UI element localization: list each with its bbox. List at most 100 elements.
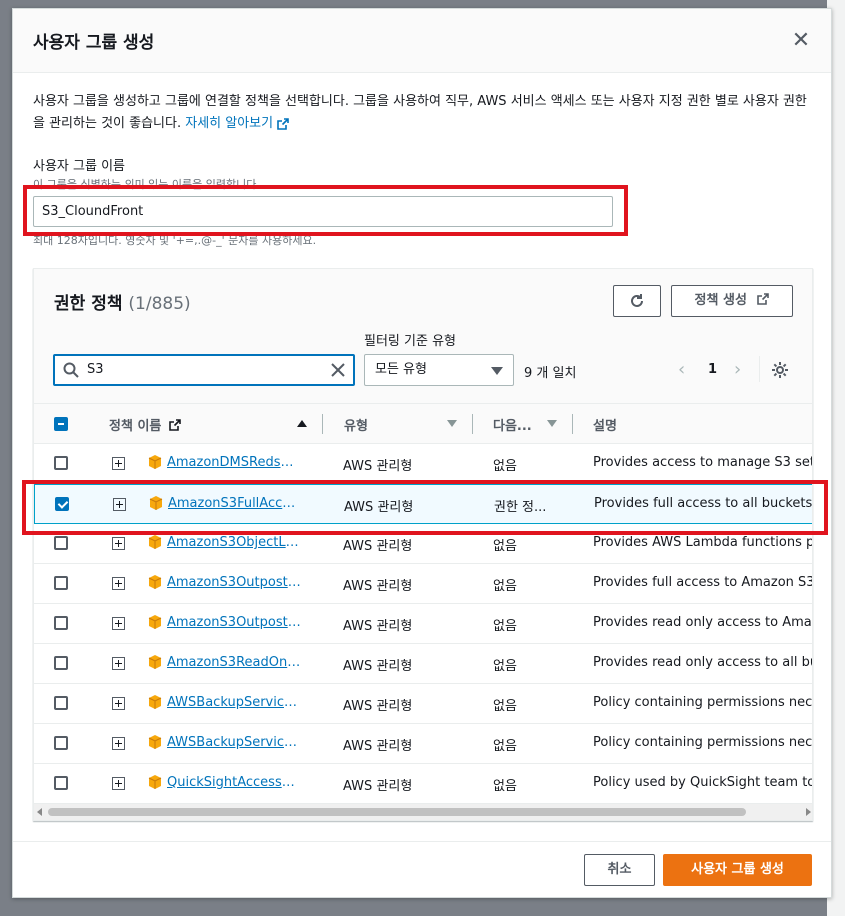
policy-name-link[interactable]: AmazonS3OutpostsFullAccess	[167, 575, 301, 590]
policy-used-as: 없음	[493, 779, 517, 794]
expand-icon[interactable]	[112, 657, 125, 670]
table-row[interactable]: AWSBackupServiceRolePolicyForS3Restore AW…	[34, 724, 813, 764]
row-checkbox[interactable]	[54, 576, 68, 590]
policy-name-link[interactable]: QuickSightAccessForS3StorageManagementAn…	[167, 775, 301, 790]
expand-icon[interactable]	[112, 697, 125, 710]
caret-down-icon	[491, 367, 503, 375]
scroll-right-icon[interactable]	[806, 808, 811, 816]
policy-description: Policy containing permissions nece	[593, 695, 813, 710]
policy-used-as: 없음	[493, 459, 517, 474]
permission-policies-panel: 권한 정책 (1/885) 정책 생성 필터링 기준 유형 S3 모든 유형 9…	[33, 268, 813, 821]
policy-name-link[interactable]: AmazonS3ObjectLambdaExecutionRolePolicy	[167, 535, 301, 550]
search-value: S3	[87, 362, 104, 377]
external-link-icon	[757, 293, 770, 305]
panel-header: 권한 정책 (1/885) 정책 생성 필터링 기준 유형 S3 모든 유형 9…	[34, 269, 812, 404]
policy-type: AWS 관리형	[343, 459, 413, 474]
policy-type: AWS 관리형	[343, 779, 413, 794]
intro-text: 사용자 그룹을 생성하고 그룹에 연결할 정책을 선택합니다. 그룹을 사용하여…	[33, 91, 813, 135]
expand-icon[interactable]	[112, 737, 125, 750]
column-header-used-as[interactable]: 다음...	[493, 415, 532, 434]
table-row[interactable]: QuickSightAccessForS3StorageManagementAn…	[34, 764, 813, 804]
horizontal-scrollbar[interactable]	[34, 804, 812, 820]
refresh-icon	[631, 294, 643, 307]
filter-type-label: 필터링 기준 유형	[364, 334, 456, 349]
policy-type: AWS 관리형	[343, 739, 413, 754]
policy-used-as: 없음	[493, 659, 517, 674]
divider	[759, 356, 760, 382]
policy-name-link[interactable]: AmazonS3ReadOnlyAccess	[167, 655, 301, 670]
row-checkbox[interactable]	[54, 656, 68, 670]
gear-icon[interactable]	[771, 361, 789, 379]
learn-more-link[interactable]: 자세히 알아보기	[185, 116, 289, 131]
row-checkbox[interactable]	[54, 736, 68, 750]
row-checkbox[interactable]	[54, 536, 68, 550]
expand-icon[interactable]	[112, 577, 125, 590]
policy-cube-icon	[148, 655, 162, 669]
scroll-left-icon[interactable]	[37, 808, 42, 816]
column-header-description[interactable]: 설명	[593, 415, 617, 434]
search-icon	[63, 362, 79, 378]
sort-ascending-icon[interactable]	[297, 420, 307, 427]
policy-count: (1/885)	[128, 294, 191, 314]
expand-icon[interactable]	[112, 617, 125, 630]
create-user-group-button[interactable]: 사용자 그룹 생성	[663, 854, 812, 886]
policy-type: AWS 관리형	[343, 539, 413, 554]
table-row[interactable]: AWSBackupServiceRolePolicyForS3Backup AWS…	[34, 684, 813, 724]
policy-used-as: 없음	[493, 699, 517, 714]
policy-description: Provides access to manage S3 setti	[593, 455, 813, 470]
chevron-right-icon[interactable]: ›	[734, 359, 741, 380]
table-row[interactable]: AmazonS3ReadOnlyAccess AWS 관리형 없음 Provides …	[34, 644, 813, 684]
external-link-icon	[169, 419, 181, 431]
expand-icon[interactable]	[112, 777, 125, 790]
row-checkbox[interactable]	[54, 456, 68, 470]
close-icon[interactable]: ✕	[791, 30, 811, 52]
expand-icon[interactable]	[112, 537, 125, 550]
policy-type: AWS 관리형	[343, 619, 413, 634]
sort-icon[interactable]	[547, 420, 557, 427]
row-checkbox[interactable]	[54, 776, 68, 790]
row-checkbox[interactable]	[54, 616, 68, 630]
row-checkbox[interactable]	[54, 696, 68, 710]
policy-cube-icon	[148, 535, 162, 549]
policy-name-link[interactable]: AWSBackupServiceRolePolicyForS3Restore	[167, 735, 301, 750]
policy-used-as: 없음	[493, 579, 517, 594]
policy-cube-icon	[148, 775, 162, 789]
type-filter-select[interactable]: 모든 유형	[364, 354, 514, 386]
policy-type: AWS 관리형	[343, 579, 413, 594]
dialog-header: 사용자 그룹 생성 ✕	[13, 9, 831, 73]
policy-cube-icon	[148, 615, 162, 629]
policy-description: Policy containing permissions nece	[593, 735, 813, 750]
policy-cube-icon	[148, 455, 162, 469]
table-row[interactable]: AmazonS3OutpostsReadOnlyAccess AWS 관리형 없음 P…	[34, 604, 813, 644]
policy-used-as: 없음	[493, 619, 517, 634]
policy-description: Provides read only access to all buc	[593, 655, 813, 670]
column-divider	[322, 414, 323, 434]
policy-description: Provides read only access to Amazo	[593, 615, 813, 630]
expand-icon[interactable]	[112, 457, 125, 470]
page-number[interactable]: 1	[708, 362, 717, 377]
policy-name-link[interactable]: AmazonS3OutpostsReadOnlyAccess	[167, 615, 301, 630]
scrollbar-thumb[interactable]	[48, 808, 746, 816]
sort-icon[interactable]	[447, 420, 457, 427]
column-header-type[interactable]: 유형	[344, 415, 368, 434]
table-row[interactable]: AmazonS3OutpostsFullAccess AWS 관리형 없음 Provi…	[34, 564, 812, 604]
policy-search-input[interactable]: S3	[53, 354, 355, 386]
policy-name-link[interactable]: AmazonDMSRedshiftS3Role	[167, 455, 301, 470]
table-row[interactable]: AmazonDMSRedshiftS3Role AWS 관리형 없음 Provides…	[34, 444, 813, 484]
policy-cube-icon	[148, 695, 162, 709]
chevron-left-icon[interactable]: ‹	[678, 359, 685, 380]
create-policy-button[interactable]: 정책 생성	[671, 285, 793, 317]
policy-used-as: 없음	[493, 739, 517, 754]
policy-description: Policy used by QuickSight team to	[593, 775, 813, 790]
policy-description: Provides AWS Lambda functions pe	[593, 535, 813, 550]
column-header-name[interactable]: 정책 이름	[109, 415, 181, 434]
select-all-checkbox[interactable]	[54, 417, 68, 431]
cancel-button[interactable]: 취소	[584, 854, 655, 886]
refresh-button[interactable]	[613, 285, 661, 317]
match-count: 9 개 일치	[524, 366, 577, 381]
policy-name-link[interactable]: AWSBackupServiceRolePolicyForS3Backup	[167, 695, 301, 710]
column-divider	[472, 414, 473, 434]
table-header: 정책 이름 유형 다음... 설명	[34, 404, 812, 444]
policy-type: AWS 관리형	[343, 659, 413, 674]
dialog-footer: 취소 사용자 그룹 생성	[13, 841, 831, 897]
